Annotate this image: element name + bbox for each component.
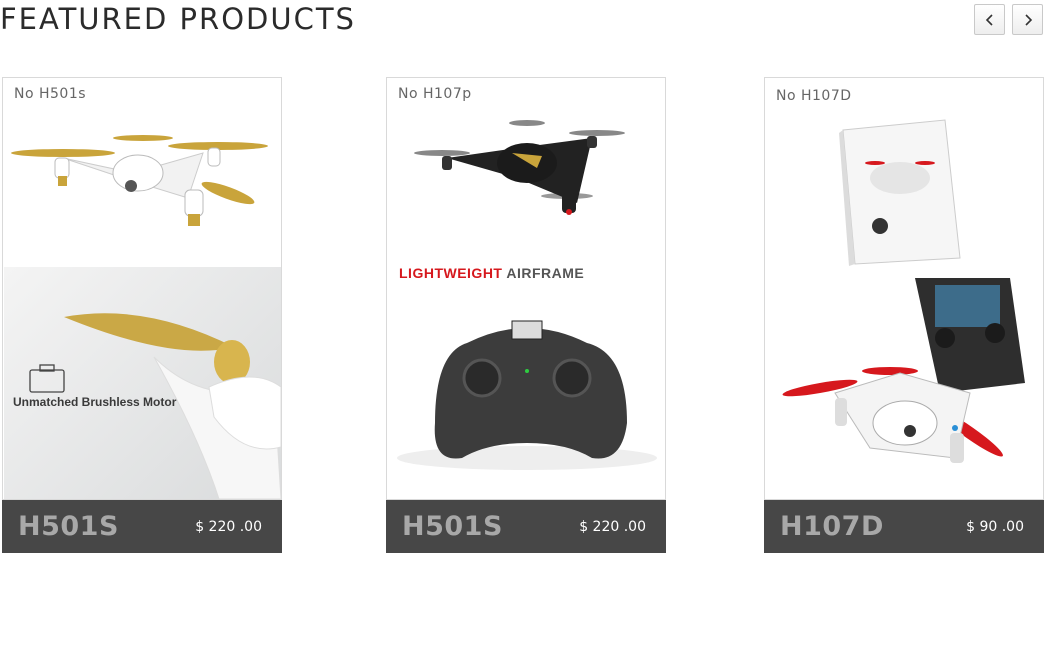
section-title: FEATURED PRODUCTS (0, 2, 356, 36)
carousel-next-button[interactable] (1012, 4, 1043, 35)
product-image[interactable]: No H107D (764, 77, 1044, 500)
product-price: $ 90 .00 (966, 519, 1024, 535)
caption-rest: AIRFRAME (502, 265, 585, 281)
product-model: H501S (18, 511, 119, 542)
chevron-left-icon (985, 13, 993, 26)
carousel-prev-button[interactable] (974, 4, 1005, 35)
black-drone-image (414, 120, 625, 215)
product-number: No H107D (776, 88, 852, 104)
drone-with-controller-image (782, 278, 1025, 463)
caption-highlight: LIGHTWEIGHT (399, 265, 503, 281)
product-card-h501s[interactable]: No H501s Unmatched Brushless Motor H501S… (2, 77, 282, 553)
remote-controller-image (397, 320, 657, 470)
product-model: H107D (780, 511, 884, 542)
product-number: No H107p (398, 86, 472, 102)
product-card-h107p[interactable]: No H107p LIGHTWEIGHT AIRFRAME H501S $ 22… (386, 77, 666, 553)
product-footer: H501S $ 220 .00 (386, 500, 666, 553)
product-image[interactable]: No H107p LIGHTWEIGHT AIRFRAME (386, 77, 666, 500)
product-price: $ 220 .00 (579, 519, 646, 535)
motor-banner: Unmatched Brushless Motor (4, 267, 281, 499)
propeller-motor-image (29, 313, 281, 499)
product-card-h107d[interactable]: No H107D H107D $ 90 .00 (764, 77, 1044, 553)
feature-caption: Unmatched Brushless Motor (13, 395, 177, 409)
product-footer: H501S $ 220 .00 (2, 500, 282, 553)
product-image[interactable]: No H501s Unmatched Brushless Motor (2, 77, 282, 500)
product-number: No H501s (14, 86, 87, 102)
feature-caption: LIGHTWEIGHT AIRFRAME (399, 265, 584, 281)
white-gold-drone-image (11, 135, 268, 226)
product-price: $ 220 .00 (195, 519, 262, 535)
product-model: H501S (402, 511, 503, 542)
product-footer: H107D $ 90 .00 (764, 500, 1044, 553)
chevron-right-icon (1024, 13, 1032, 26)
product-box-image (839, 119, 961, 266)
